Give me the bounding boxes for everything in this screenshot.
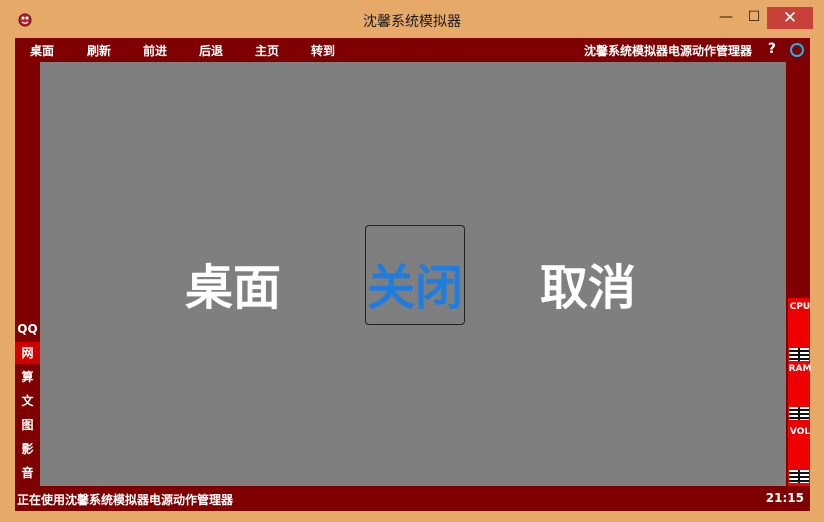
sidebar-item-image[interactable]: 图 <box>15 414 40 436</box>
right-sidebar: CPU RAM VOL <box>786 62 812 486</box>
vol-meter-bars[interactable] <box>789 470 809 483</box>
power-icon[interactable] <box>790 43 804 57</box>
sidebar-item-calc[interactable]: 算 <box>15 366 40 388</box>
close-window-button[interactable]: ✕ <box>767 7 813 29</box>
help-button[interactable]: ? <box>768 41 776 57</box>
desktop-button[interactable]: 桌面 <box>185 248 281 318</box>
system-meters: CPU RAM VOL <box>788 298 812 486</box>
menu-item-refresh[interactable]: 刷新 <box>87 42 111 59</box>
sidebar-item-web[interactable]: 网 <box>15 342 40 364</box>
menu-item-desktop[interactable]: 桌面 <box>30 42 54 59</box>
window-title: 沈馨系统模拟器 <box>363 14 461 30</box>
ram-meter-bars <box>789 407 809 420</box>
sidebar-item-text[interactable]: 文 <box>15 390 40 412</box>
title-bar[interactable]: 沈馨系统模拟器 — ☐ ✕ <box>0 0 824 38</box>
menu-item-back[interactable]: 后退 <box>199 42 223 59</box>
status-clock: 21:15 <box>765 491 804 505</box>
menu-item-home[interactable]: 主页 <box>255 42 279 59</box>
ram-meter-label: RAM <box>788 364 812 374</box>
sidebar-item-music[interactable]: 音 <box>15 462 40 484</box>
status-bar: 正在使用沈馨系统模拟器电源动作管理器 21:15 <box>15 486 810 511</box>
maximize-button[interactable]: ☐ <box>740 7 768 29</box>
main-canvas: 桌面 关闭 取消 <box>40 62 786 486</box>
minimize-button[interactable]: — <box>712 7 740 29</box>
menu-bar: 桌面 刷新 前进 后退 主页 转到 沈馨系统模拟器电源动作管理器 ? <box>15 38 810 62</box>
menu-title: 沈馨系统模拟器电源动作管理器 <box>583 44 752 58</box>
app-window: 沈馨系统模拟器 — ☐ ✕ 桌面 刷新 前进 后退 主页 转到 沈馨系统模拟器电… <box>0 0 824 522</box>
cancel-button[interactable]: 取消 <box>540 248 636 318</box>
status-text: 正在使用沈馨系统模拟器电源动作管理器 <box>17 493 234 507</box>
sidebar-item-qq[interactable]: QQ <box>15 318 40 340</box>
vol-meter-label: VOL <box>789 427 811 437</box>
app-area: 桌面 刷新 前进 后退 主页 转到 沈馨系统模拟器电源动作管理器 ? QQ 网 … <box>15 38 812 511</box>
menu-item-goto[interactable]: 转到 <box>311 42 335 59</box>
shutdown-button[interactable]: 关闭 <box>367 248 463 318</box>
cpu-meter-label: CPU <box>789 302 811 312</box>
sidebar-item-video[interactable]: 影 <box>15 438 40 460</box>
left-sidebar: QQ 网 算 文 图 影 音 <box>15 62 40 486</box>
cpu-meter-bars <box>789 348 809 361</box>
menu-item-forward[interactable]: 前进 <box>143 42 167 59</box>
